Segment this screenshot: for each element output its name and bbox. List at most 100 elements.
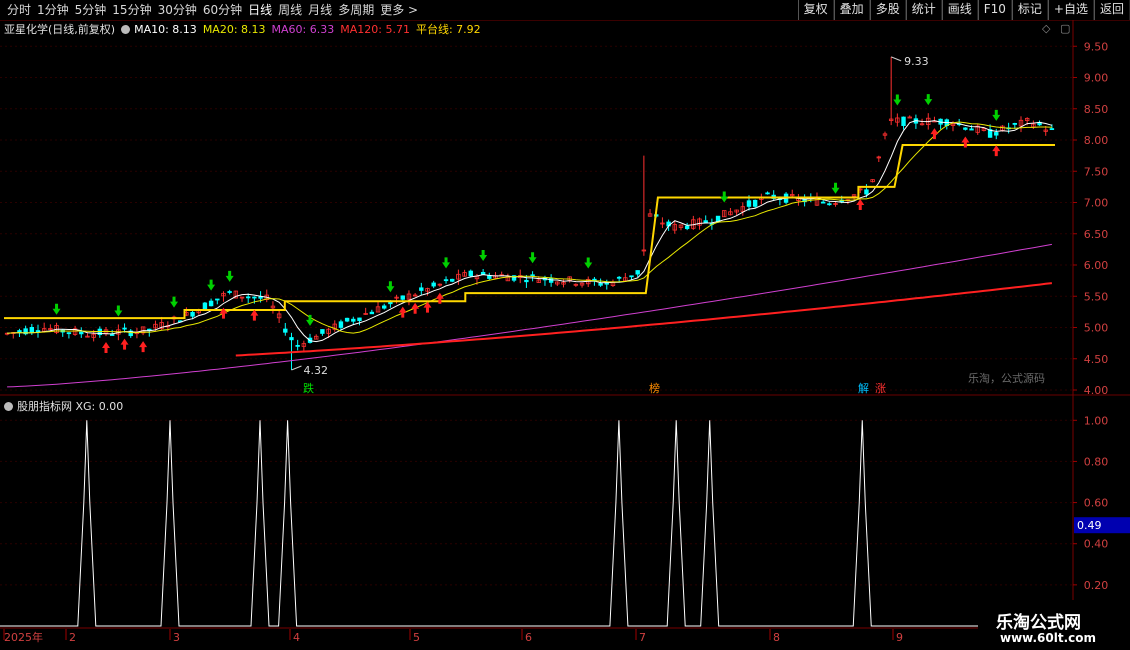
brand-logo: 乐淘公式网 www.60lt.com <box>978 600 1130 650</box>
price-label: 9.00 <box>1084 72 1109 85</box>
date-label: 4 <box>293 631 300 644</box>
candle-body <box>1049 128 1055 131</box>
candle-body <box>901 116 906 126</box>
candle-body <box>487 275 492 279</box>
date-label: 2025年 <box>4 630 43 644</box>
sub-axis-label: 1.00 <box>1084 414 1109 427</box>
tag-rise: 涨 <box>875 382 886 395</box>
sub-settings-circle-icon[interactable] <box>4 401 13 411</box>
sub-indicator-value: XG: 0.00 <box>75 399 124 413</box>
sell-arrow-icon <box>225 270 234 282</box>
price-label: 8.00 <box>1084 134 1109 147</box>
candle-body <box>820 201 826 204</box>
sub-legend: 股朋指标网 XG: 0.00 <box>4 398 123 414</box>
sell-arrow-icon <box>528 252 537 264</box>
date-label: 3 <box>173 631 180 644</box>
price-label: 6.50 <box>1084 228 1109 241</box>
date-label: 7 <box>639 631 646 644</box>
candle-body <box>258 296 263 299</box>
sell-arrow-icon <box>114 305 123 317</box>
sub-axis-label: 0.80 <box>1084 455 1109 468</box>
candle-body <box>450 278 455 282</box>
sub-current-label: 0.49 <box>1077 519 1102 532</box>
date-label: 8 <box>773 631 780 644</box>
price-label: 4.00 <box>1084 384 1109 397</box>
candle-body <box>215 298 220 301</box>
sell-arrow-icon <box>720 191 729 203</box>
candle-body <box>79 331 84 335</box>
candle-body <box>227 291 232 293</box>
ma60-line <box>7 243 1052 388</box>
candle-body <box>208 300 214 307</box>
tag-fall: 跌 <box>303 382 314 395</box>
ma10-line <box>7 120 1053 343</box>
candle-body <box>357 317 362 322</box>
candle-body <box>295 344 300 347</box>
candle-body <box>66 332 72 335</box>
sell-arrow-icon <box>479 250 488 262</box>
candle-body <box>963 127 968 130</box>
candle-body <box>524 279 529 283</box>
kline-chart[interactable]: 9.50 9.00 8.50 8.00 7.50 7.00 6.50 6.00 5.50 5.00… <box>0 0 1130 650</box>
candle-body <box>35 330 41 333</box>
sell-arrow-icon <box>992 109 1001 121</box>
candle-body <box>827 203 832 206</box>
candle-body <box>338 321 344 328</box>
candle-body <box>29 327 35 333</box>
sell-arrow-icon <box>442 257 451 269</box>
sub-axis-label: 0.60 <box>1084 497 1109 510</box>
candle-body <box>252 296 257 299</box>
sell-arrow-icon <box>170 296 179 308</box>
buy-arrow-icon <box>102 342 111 354</box>
brand-url: www.60lt.com <box>1000 631 1097 645</box>
buy-arrow-icon <box>856 199 865 211</box>
candle-body <box>382 305 387 309</box>
watermark: 乐淘，公式源码 <box>968 372 1045 385</box>
candle-body <box>907 116 912 119</box>
sell-arrow-icon <box>893 94 902 106</box>
candle-body <box>419 287 424 291</box>
price-label: 8.50 <box>1084 103 1109 116</box>
candle-body <box>629 275 634 278</box>
price-label: 9.50 <box>1084 40 1109 53</box>
candle-body <box>616 276 622 279</box>
candle-body <box>202 302 208 310</box>
candle-body <box>246 296 251 299</box>
sub-axis-label: 0.20 <box>1084 579 1109 592</box>
candle-body <box>864 189 869 195</box>
candle-body <box>765 192 770 195</box>
low-pointer <box>291 365 302 371</box>
candle-body <box>530 274 535 277</box>
candle-body <box>1012 122 1018 125</box>
price-label: 5.00 <box>1084 322 1109 335</box>
sell-arrow-icon <box>924 94 933 106</box>
price-label: 7.50 <box>1084 165 1109 178</box>
sell-arrow-icon <box>386 281 395 293</box>
high-label: 9.33 <box>904 55 929 68</box>
buy-arrow-icon <box>250 309 259 321</box>
price-label: 6.00 <box>1084 259 1109 272</box>
brand-title: 乐淘公式网 <box>996 613 1081 633</box>
candle-body <box>320 329 325 334</box>
high-pointer <box>890 56 902 62</box>
candle-body <box>703 220 708 224</box>
candle-body <box>17 330 22 333</box>
candle-body <box>344 317 350 322</box>
buy-arrow-icon <box>139 341 148 353</box>
sell-arrow-icon <box>831 182 840 194</box>
candle-body <box>369 311 375 315</box>
sub-indicator-name: 股朋指标网 <box>17 400 72 413</box>
tag-list: 榜 <box>649 382 660 395</box>
buy-arrow-icon <box>398 306 407 318</box>
buy-arrow-icon <box>120 338 129 350</box>
candle-body <box>351 318 356 322</box>
candle-body <box>746 200 752 207</box>
candle-body <box>752 199 758 207</box>
price-label: 4.50 <box>1084 353 1109 366</box>
buy-arrow-icon <box>930 128 939 140</box>
date-label: 9 <box>896 631 903 644</box>
price-label: 5.50 <box>1084 290 1109 303</box>
date-label: 6 <box>525 631 532 644</box>
sell-arrow-icon <box>306 314 315 326</box>
candle-body <box>969 128 974 131</box>
